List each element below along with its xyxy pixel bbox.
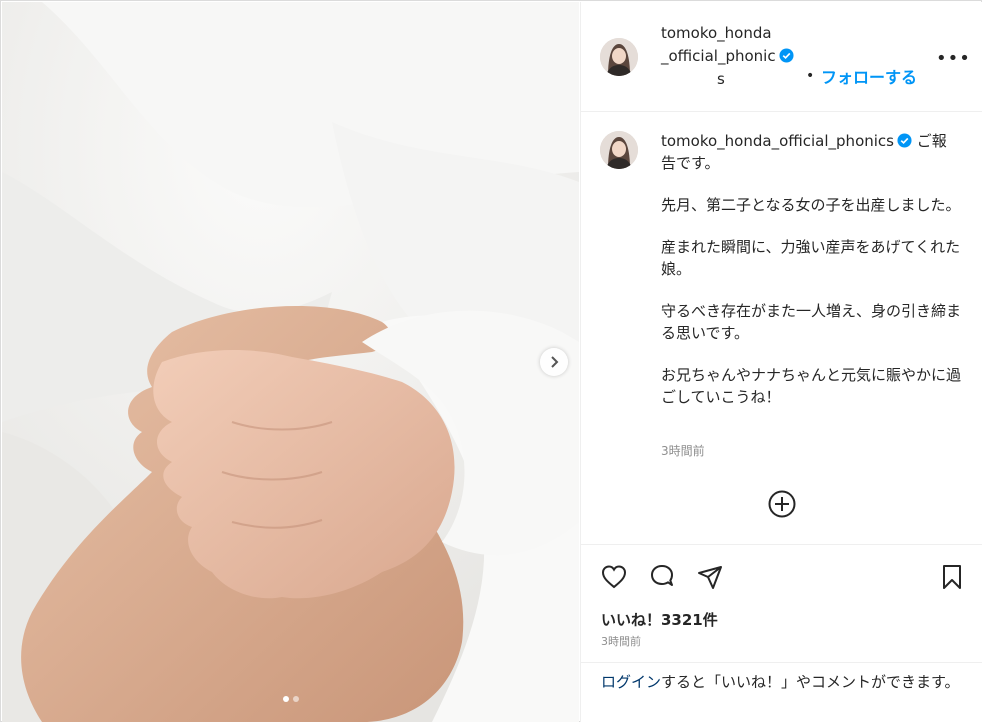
login-prompt: ログインすると「いいね！」やコメントができます。 (581, 662, 982, 722)
carousel-dot (293, 696, 299, 702)
verified-badge-icon (779, 48, 794, 63)
username-line: tomoko_honda (661, 24, 772, 42)
caption-line: 守るべき存在がまた一人増え、身の引き締まる思いです。 (661, 302, 962, 342)
heart-icon[interactable] (600, 563, 628, 591)
separator-dot: • (806, 68, 815, 84)
avatar[interactable] (600, 38, 638, 76)
chevron-right-icon (551, 356, 559, 368)
verified-badge-icon (897, 133, 912, 148)
post-caption: tomoko_honda_official_phonics ご報告です。 先月、… (661, 130, 961, 408)
share-icon[interactable] (696, 563, 724, 591)
more-options-button[interactable]: ••• (936, 48, 971, 69)
post-side-panel: tomoko_honda _official_phonic s • フォローする… (580, 2, 982, 722)
like-count[interactable]: いいね！3321件 (601, 609, 718, 630)
caption-username[interactable]: tomoko_honda_official_phonics (661, 132, 894, 150)
username-link[interactable]: tomoko_honda _official_phonic s (661, 22, 821, 91)
caption-line: お兄ちゃんやナナちゃんと元気に賑やかに過ごしていこうね！ (661, 366, 962, 406)
login-prompt-text: すると「いいね！」やコメントができます。 (661, 673, 960, 691)
username-line: _official_phonic (661, 47, 776, 65)
login-link[interactable]: ログイン (601, 673, 661, 691)
username-line: s (717, 70, 725, 88)
carousel-dot (283, 696, 289, 702)
avatar[interactable] (600, 131, 638, 169)
comments-section: tomoko_honda_official_phonics ご報告です。 先月、… (581, 112, 982, 544)
follow-button[interactable]: フォローする (821, 64, 917, 88)
carousel-indicator (283, 696, 299, 702)
comment-icon[interactable] (648, 563, 676, 591)
photo-illustration (2, 2, 579, 722)
post-header: tomoko_honda _official_phonic s • フォローする… (581, 2, 982, 112)
post-modal: tomoko_honda _official_phonic s • フォローする… (0, 0, 982, 722)
avatar-image (600, 131, 638, 169)
carousel-next-button[interactable] (540, 348, 568, 376)
avatar-image (600, 38, 638, 76)
action-bar: いいね！3321件 3時間前 (581, 544, 982, 662)
post-timestamp: 3時間前 (601, 635, 641, 648)
caption-line: 先月、第二子となる女の子を出産しました。 (661, 196, 961, 214)
caption-line: 産まれた瞬間に、力強い産声をあげてくれた娘。 (661, 238, 961, 278)
bookmark-icon[interactable] (938, 563, 966, 591)
post-photo[interactable] (2, 2, 579, 722)
add-comment-icon[interactable] (767, 489, 797, 519)
caption-timestamp: 3時間前 (661, 444, 705, 458)
